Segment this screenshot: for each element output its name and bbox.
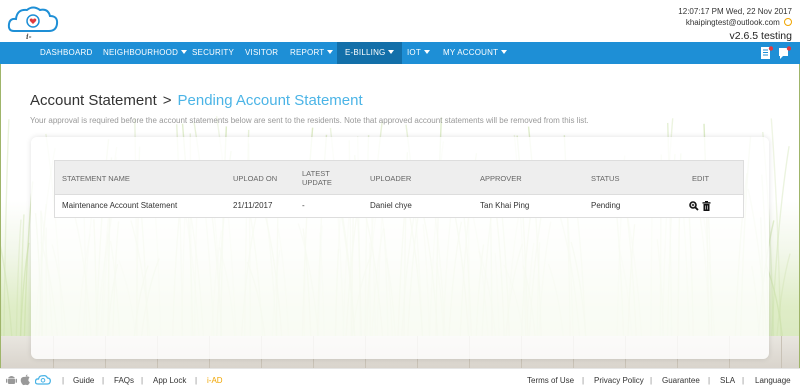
cell-latest-update: -: [302, 201, 305, 210]
footer-language-link[interactable]: Language: [755, 376, 791, 385]
footer-separator: |: [195, 376, 198, 385]
nav-label: SECURITY: [192, 48, 235, 57]
app-header: i-Neighbour 12:07:17 PM Wed, 22 Nov 2017…: [0, 0, 800, 50]
nav-e-billing[interactable]: E-BILLING: [337, 42, 403, 64]
footer-separator: |: [102, 376, 105, 385]
nav-label: NEIGHBOURHOOD: [103, 48, 179, 57]
footer-separator: |: [708, 376, 711, 385]
document-icon[interactable]: [760, 46, 773, 60]
nav-neighbourhood[interactable]: NEIGHBOURHOOD: [96, 42, 194, 64]
power-icon[interactable]: [784, 18, 792, 26]
nav-label: E-BILLING: [345, 48, 386, 57]
cell-statement-name: Maintenance Account Statement: [62, 201, 178, 210]
footer-guarantee-link[interactable]: Guarantee: [662, 376, 700, 385]
footer-privacy-link[interactable]: Privacy Policy: [594, 376, 644, 385]
breadcrumb-current: Pending Account Statement: [177, 92, 363, 109]
approval-note: Your approval is required before the acc…: [30, 116, 589, 125]
col-upload-on: UPLOAD ON: [233, 173, 278, 183]
nav-label: DASHBOARD: [40, 48, 93, 57]
cloud-icon[interactable]: [35, 374, 51, 386]
breadcrumb-separator: >: [162, 92, 172, 109]
nav-label: MY ACCOUNT: [443, 48, 499, 57]
footer-i-ad-link[interactable]: i-AD: [207, 376, 223, 385]
app-logo[interactable]: i-Neighbour: [6, 3, 68, 50]
footer-guide-link[interactable]: Guide: [73, 376, 94, 385]
cell-upload-on: 21/11/2017: [233, 201, 273, 210]
footer-terms-link[interactable]: Terms of Use: [527, 376, 574, 385]
caret-down-icon: [423, 50, 430, 54]
app-footer: | Guide | FAQs | App Lock | i-AD Terms o…: [0, 368, 800, 392]
col-statement-name: STATEMENT NAME: [62, 173, 130, 183]
footer-separator: |: [742, 376, 745, 385]
nav-visitor[interactable]: VISITOR: [238, 42, 285, 64]
version-label: v2.6.5 testing: [729, 30, 792, 42]
table-row[interactable]: Maintenance Account Statement 21/11/2017…: [55, 195, 743, 217]
android-icon[interactable]: [6, 374, 17, 386]
footer-faqs-link[interactable]: FAQs: [114, 376, 134, 385]
col-uploader: UPLOADER: [370, 173, 412, 183]
nav-my-account[interactable]: MY ACCOUNT: [436, 42, 514, 64]
footer-separator: |: [62, 376, 65, 385]
nav-label: IOT: [407, 48, 421, 57]
breadcrumb: Account Statement > Pending Account Statem…: [30, 92, 363, 109]
caret-down-icon: [327, 50, 334, 54]
col-edit: EDIT: [692, 173, 710, 183]
caret-down-icon: [501, 50, 508, 54]
datetime: 12:07:17 PM Wed, 22 Nov 2017: [678, 7, 792, 16]
footer-sla-link[interactable]: SLA: [720, 376, 735, 385]
nav-iot[interactable]: IOT: [400, 42, 437, 64]
col-status: STATUS: [591, 173, 620, 183]
footer-separator: |: [650, 376, 653, 385]
user-email[interactable]: khaipingtest@outlook.com: [686, 18, 780, 27]
main-nav: DASHBOARD NEIGHBOURHOOD SECURITY VISITOR…: [0, 42, 800, 64]
cell-approver: Tan Khai Ping: [480, 201, 530, 210]
col-approver: APPROVER: [480, 173, 522, 183]
delete-icon[interactable]: [702, 201, 711, 211]
nav-label: REPORT: [290, 48, 325, 57]
cell-status: Pending: [591, 201, 621, 210]
view-icon[interactable]: [689, 201, 699, 211]
table-header: STATEMENT NAME UPLOAD ON LATEST UPDATE U…: [55, 161, 743, 195]
apple-icon[interactable]: [20, 374, 31, 386]
breadcrumb-parent[interactable]: Account Statement: [30, 92, 157, 109]
statements-table: STATEMENT NAME UPLOAD ON LATEST UPDATE U…: [54, 160, 744, 218]
user-info: 12:07:17 PM Wed, 22 Nov 2017 khaipingtes…: [678, 6, 792, 42]
nav-label: VISITOR: [245, 48, 279, 57]
nav-dashboard[interactable]: DASHBOARD: [33, 42, 99, 64]
nav-security[interactable]: SECURITY: [185, 42, 241, 64]
nav-report[interactable]: REPORT: [283, 42, 340, 64]
cell-uploader: Daniel chye: [370, 201, 412, 210]
notification-icon[interactable]: [778, 46, 791, 60]
user-email-row: khaipingtest@outlook.com: [678, 17, 792, 28]
caret-down-icon: [388, 50, 395, 54]
footer-separator: |: [141, 376, 144, 385]
footer-app-lock-link[interactable]: App Lock: [153, 376, 186, 385]
footer-separator: |: [582, 376, 585, 385]
col-latest-update: LATEST UPDATE: [302, 169, 332, 187]
